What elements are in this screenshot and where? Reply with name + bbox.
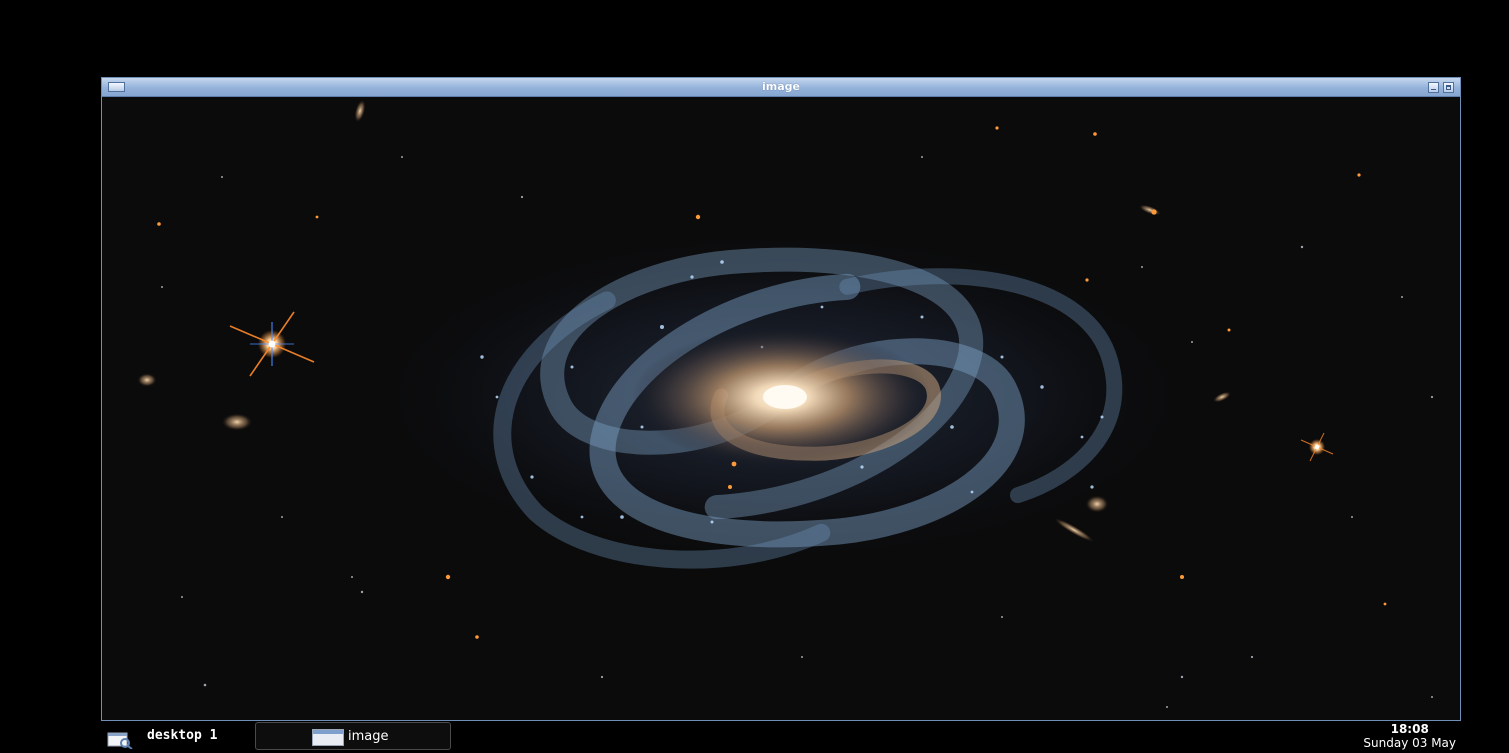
clock-time: 18:08 xyxy=(1390,722,1429,736)
desktop: image desktop 1 image 18:08 Sunday 03 Ma… xyxy=(0,0,1509,753)
desktop-label[interactable]: desktop 1 xyxy=(147,728,217,744)
image-viewer-canvas[interactable] xyxy=(102,97,1460,720)
window-titlebar[interactable]: image xyxy=(102,78,1460,97)
minimize-icon[interactable] xyxy=(1428,82,1439,93)
taskbar-item-label: image xyxy=(348,729,389,744)
taskbar: desktop 1 image 18:08 Sunday 03 May xyxy=(101,721,1461,753)
clock-date: Sunday 03 May xyxy=(1363,736,1456,750)
maximize-icon[interactable] xyxy=(1443,82,1454,93)
window-title: image xyxy=(762,80,800,93)
taskbar-item-image[interactable]: image xyxy=(255,722,451,750)
image-window-icon xyxy=(312,729,344,746)
clock[interactable]: 18:08 Sunday 03 May xyxy=(1363,722,1456,750)
image-window[interactable]: image xyxy=(101,77,1461,721)
galaxy-image xyxy=(102,97,1460,720)
desktop-switcher-icon[interactable] xyxy=(107,731,133,749)
